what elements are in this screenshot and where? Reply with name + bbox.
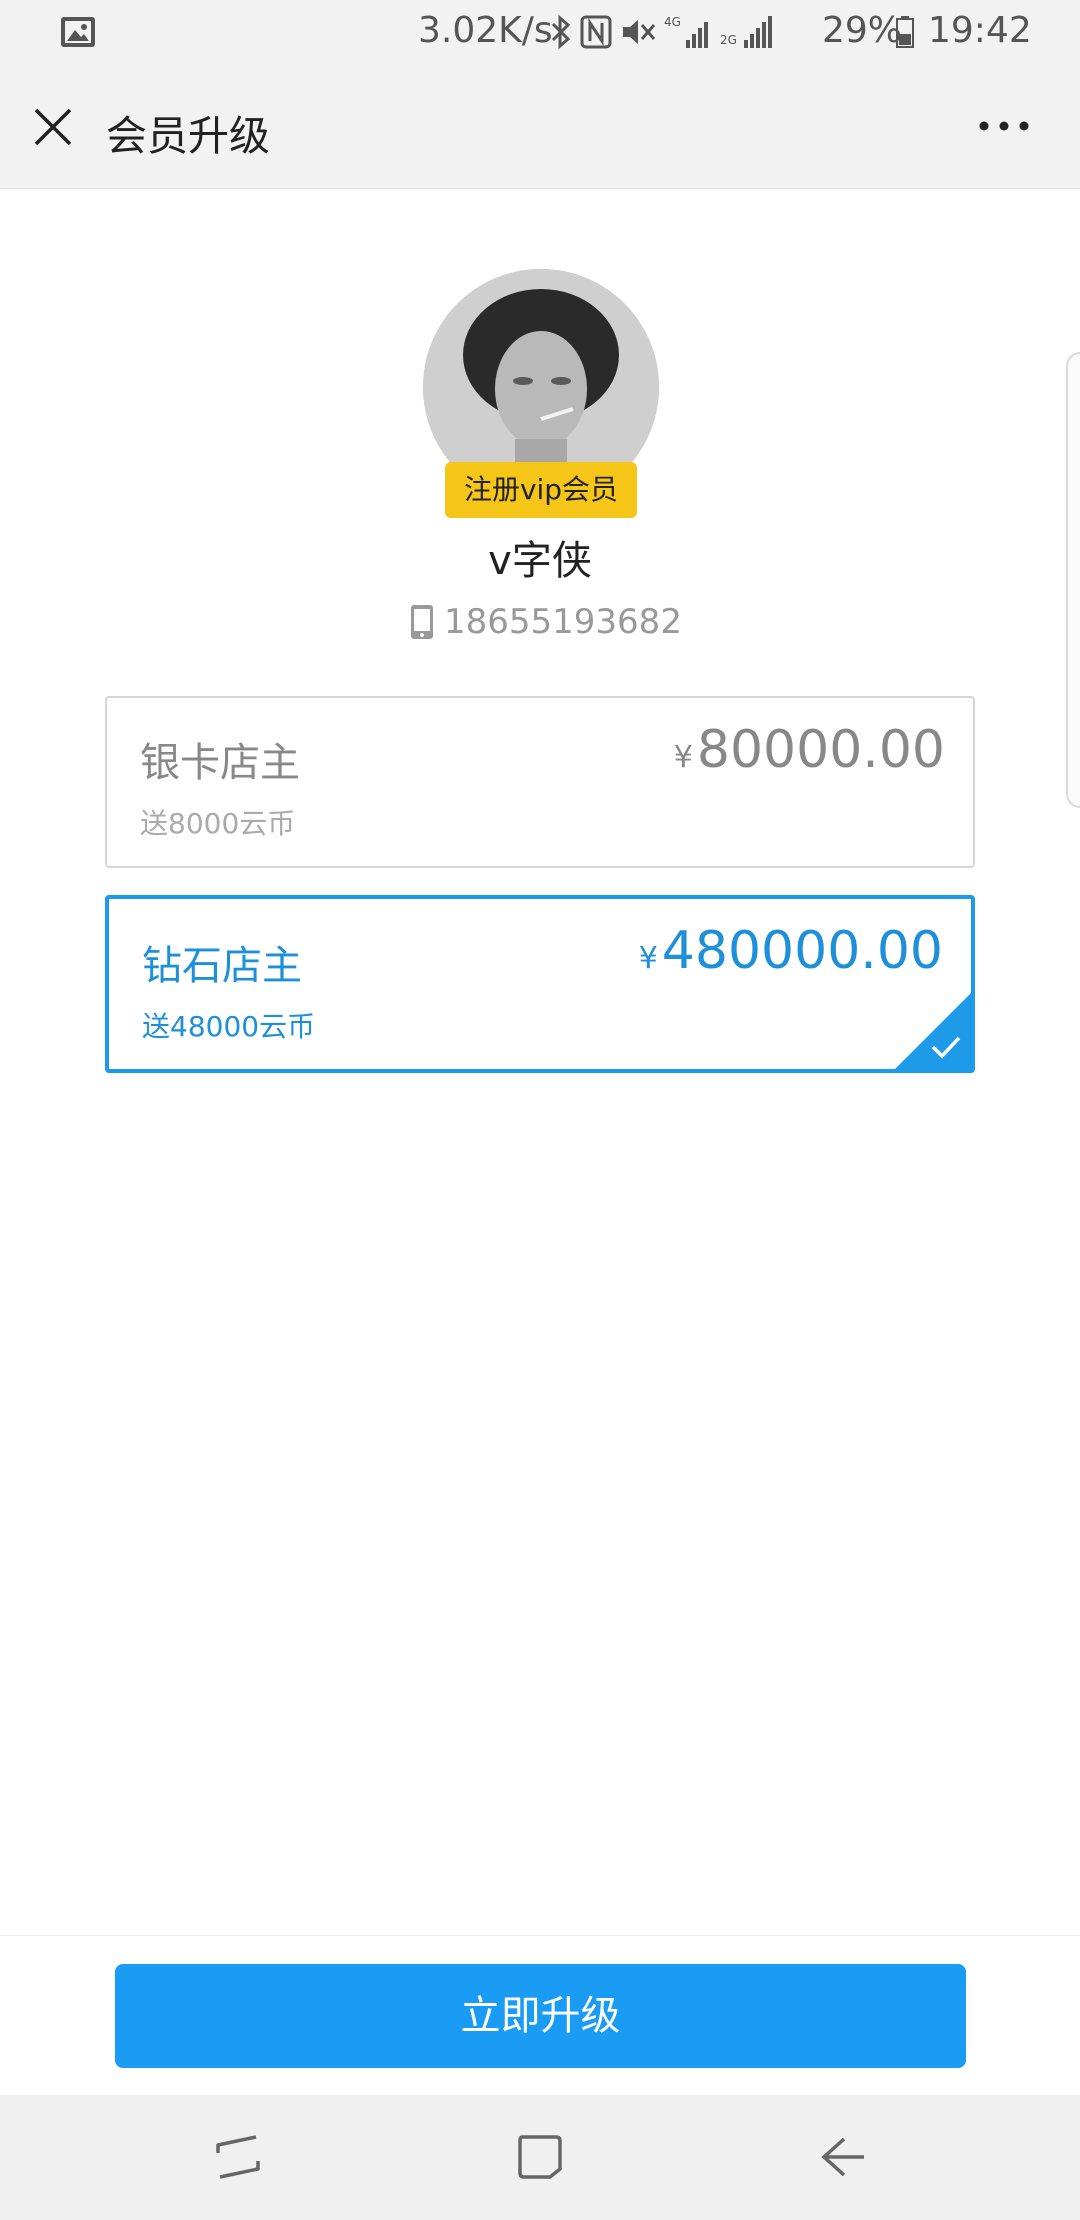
battery-percent: 29%: [822, 10, 903, 51]
back-icon[interactable]: [818, 2131, 870, 2183]
status-icons: 4G 2G: [550, 12, 776, 52]
close-icon[interactable]: [30, 104, 76, 150]
status-bar: 3.02K/s 4G 2G 29% 19:42: [0, 0, 1080, 66]
username: v字侠: [488, 538, 592, 584]
navigation-bar: 会员升级: [0, 66, 1080, 189]
phone-number: 18655193682: [410, 600, 682, 644]
plan-price: ¥80000.00: [674, 720, 945, 780]
recents-icon[interactable]: [212, 2131, 264, 2183]
price-value: 80000.00: [696, 720, 945, 780]
currency-symbol: ¥: [638, 941, 658, 976]
signal-4g-icon: 4G: [664, 15, 708, 48]
bluetooth-icon: [551, 14, 571, 50]
plan-name: 银卡店主: [140, 740, 300, 786]
plan-price: ¥480000.00: [639, 921, 943, 981]
action-area: 立即升级: [0, 1935, 1080, 2096]
vip-register-badge[interactable]: 注册vip会员: [445, 462, 637, 518]
svg-text:4G: 4G: [664, 15, 681, 29]
checkmark-icon: [931, 1036, 961, 1059]
mute-icon: [623, 20, 656, 44]
plan-card-diamond[interactable]: 钻石店主 ¥480000.00 送48000云币: [105, 895, 975, 1073]
system-navigation-bar: [0, 2095, 1080, 2220]
phone-text: 18655193682: [444, 602, 682, 642]
battery-icon: [896, 16, 914, 48]
plan-bonus: 送48000云币: [142, 1010, 316, 1043]
price-value: 480000.00: [661, 921, 943, 981]
plan-card-silver[interactable]: 银卡店主 ¥80000.00 送8000云币: [105, 696, 975, 868]
network-speed: 3.02K/s: [418, 10, 553, 51]
plan-bonus: 送8000云币: [140, 807, 296, 840]
nfc-icon: [580, 15, 612, 49]
plan-name: 钻石店主: [142, 943, 302, 989]
home-icon[interactable]: [514, 2131, 566, 2183]
phone-icon: [411, 605, 433, 639]
clock: 19:42: [928, 10, 1032, 51]
more-icon[interactable]: [976, 118, 1032, 134]
upgrade-now-button[interactable]: 立即升级: [115, 1964, 966, 2068]
currency-symbol: ¥: [673, 740, 693, 775]
svg-text:2G: 2G: [720, 33, 737, 47]
signal-2g-icon: 2G: [720, 16, 772, 48]
image-icon: [61, 17, 95, 47]
page-title: 会员升级: [106, 112, 270, 160]
